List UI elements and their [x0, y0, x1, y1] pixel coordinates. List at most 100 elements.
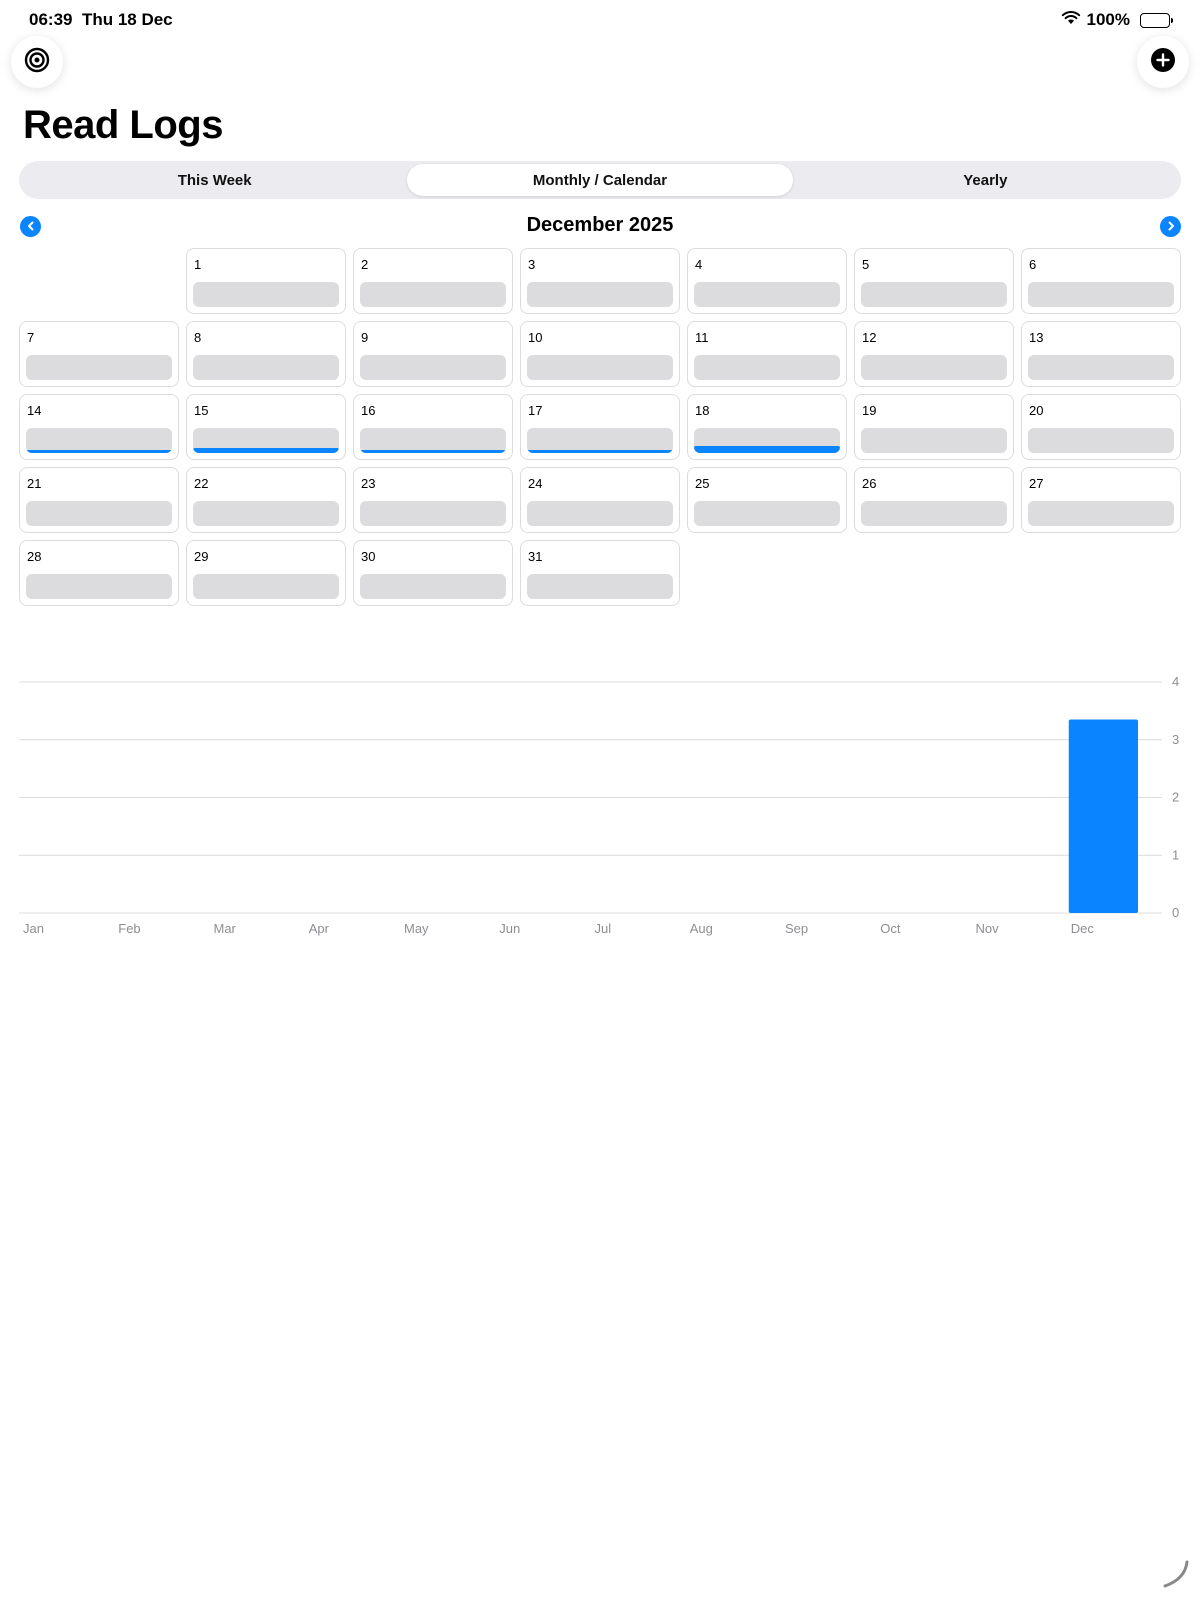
- calendar-day-10[interactable]: 10: [520, 321, 680, 387]
- chart-canvas: 0 1 2 3 4 Jan Feb Mar Apr May Jun Jul Aug Sep Oct Nov De…: [19, 674, 1179, 936]
- day-progress-bar: [193, 574, 339, 599]
- status-bar: 06:39 Thu 18 Dec 100%: [0, 0, 1200, 38]
- calendar-day-25[interactable]: 25: [687, 467, 847, 533]
- day-number: 5: [862, 257, 870, 272]
- x-tick-label: Apr: [309, 921, 330, 936]
- tab-yearly[interactable]: Yearly: [793, 164, 1178, 196]
- day-number: 28: [27, 549, 42, 564]
- x-tick-label: May: [404, 921, 429, 936]
- day-progress-bar: [1028, 355, 1174, 380]
- battery-icon: [1140, 12, 1173, 28]
- day-progress-bar: [1028, 428, 1174, 453]
- day-progress-fill: [26, 450, 172, 453]
- day-number: 27: [1029, 476, 1044, 491]
- day-progress-bar: [694, 282, 840, 307]
- tab-this-week[interactable]: This Week: [22, 164, 407, 196]
- calendar-day-19[interactable]: 19: [854, 394, 1014, 460]
- calendar-day-1[interactable]: 1: [186, 248, 346, 314]
- day-number: 1: [194, 257, 202, 272]
- day-progress-bar: [1028, 501, 1174, 526]
- add-log-button[interactable]: [1137, 36, 1189, 88]
- calendar-day-2[interactable]: 2: [353, 248, 513, 314]
- day-progress-bar: [360, 428, 506, 453]
- y-tick-label: 0: [1172, 905, 1179, 920]
- yearly-bar-chart: 0 1 2 3 4 Jan Feb Mar Apr May Jun Jul Aug Sep Oct Nov De…: [0, 660, 1200, 945]
- chevron-right-icon: [1166, 218, 1176, 236]
- calendar-day-27[interactable]: 27: [1021, 467, 1181, 533]
- calendar-day-6[interactable]: 6: [1021, 248, 1181, 314]
- calendar-day-30[interactable]: 30: [353, 540, 513, 606]
- calendar-day-20[interactable]: 20: [1021, 394, 1181, 460]
- day-number: 18: [695, 403, 710, 418]
- x-tick-label: Mar: [214, 921, 237, 936]
- goals-button[interactable]: [11, 36, 63, 88]
- day-number: 30: [361, 549, 376, 564]
- day-progress-bar: [193, 428, 339, 453]
- calendar-day-11[interactable]: 11: [687, 321, 847, 387]
- day-number: 3: [528, 257, 536, 272]
- day-number: 22: [194, 476, 209, 491]
- calendar-day-12[interactable]: 12: [854, 321, 1014, 387]
- day-progress-bar: [1028, 282, 1174, 307]
- day-number: 15: [194, 403, 209, 418]
- day-progress-bar: [527, 428, 673, 453]
- calendar-day-14[interactable]: 14: [19, 394, 179, 460]
- calendar-day-15[interactable]: 15: [186, 394, 346, 460]
- wifi-icon: [1061, 10, 1081, 30]
- calendar-day-26[interactable]: 26: [854, 467, 1014, 533]
- calendar-blank-cell: [19, 248, 179, 314]
- view-segmented-control: This Week Monthly / Calendar Yearly: [19, 161, 1181, 199]
- x-tick-label: Jun: [499, 921, 520, 936]
- calendar-day-24[interactable]: 24: [520, 467, 680, 533]
- y-tick-label: 4: [1172, 674, 1179, 689]
- calendar-day-8[interactable]: 8: [186, 321, 346, 387]
- day-progress-bar: [193, 355, 339, 380]
- calendar-day-22[interactable]: 22: [186, 467, 346, 533]
- calendar-day-13[interactable]: 13: [1021, 321, 1181, 387]
- calendar-day-7[interactable]: 7: [19, 321, 179, 387]
- day-number: 12: [862, 330, 877, 345]
- calendar-day-28[interactable]: 28: [19, 540, 179, 606]
- calendar-day-18[interactable]: 18: [687, 394, 847, 460]
- calendar-day-4[interactable]: 4: [687, 248, 847, 314]
- day-number: 23: [361, 476, 376, 491]
- day-number: 20: [1029, 403, 1044, 418]
- calendar-day-3[interactable]: 3: [520, 248, 680, 314]
- x-tick-label: Sep: [785, 921, 808, 936]
- calendar-day-31[interactable]: 31: [520, 540, 680, 606]
- x-tick-label: Nov: [976, 921, 1000, 936]
- status-indicators: 100%: [1061, 10, 1173, 30]
- day-number: 21: [27, 476, 42, 491]
- day-progress-fill: [694, 445, 840, 453]
- calendar-day-21[interactable]: 21: [19, 467, 179, 533]
- day-progress-bar: [694, 501, 840, 526]
- resize-handle-icon[interactable]: [1160, 1559, 1190, 1594]
- x-tick-label: Jul: [595, 921, 612, 936]
- target-icon: [24, 47, 50, 78]
- day-progress-bar: [360, 574, 506, 599]
- calendar-day-16[interactable]: 16: [353, 394, 513, 460]
- next-month-button[interactable]: [1160, 216, 1181, 237]
- calendar-day-17[interactable]: 17: [520, 394, 680, 460]
- day-number: 14: [27, 403, 42, 418]
- day-number: 4: [695, 257, 703, 272]
- calendar-day-23[interactable]: 23: [353, 467, 513, 533]
- calendar-day-5[interactable]: 5: [854, 248, 1014, 314]
- calendar-day-29[interactable]: 29: [186, 540, 346, 606]
- tab-monthly-calendar[interactable]: Monthly / Calendar: [407, 164, 793, 196]
- calendar-day-9[interactable]: 9: [353, 321, 513, 387]
- page-title: Read Logs: [23, 103, 223, 147]
- day-number: 17: [528, 403, 543, 418]
- day-number: 6: [1029, 257, 1037, 272]
- day-number: 29: [194, 549, 209, 564]
- day-progress-bar: [861, 282, 1007, 307]
- y-tick-label: 1: [1172, 847, 1179, 862]
- day-progress-bar: [193, 282, 339, 307]
- day-progress-bar: [193, 501, 339, 526]
- status-date: Thu 18 Dec: [81, 10, 173, 29]
- y-tick-label: 3: [1172, 732, 1179, 747]
- day-number: 10: [528, 330, 543, 345]
- day-progress-bar: [861, 428, 1007, 453]
- day-progress-bar: [26, 428, 172, 453]
- day-progress-fill: [193, 448, 339, 453]
